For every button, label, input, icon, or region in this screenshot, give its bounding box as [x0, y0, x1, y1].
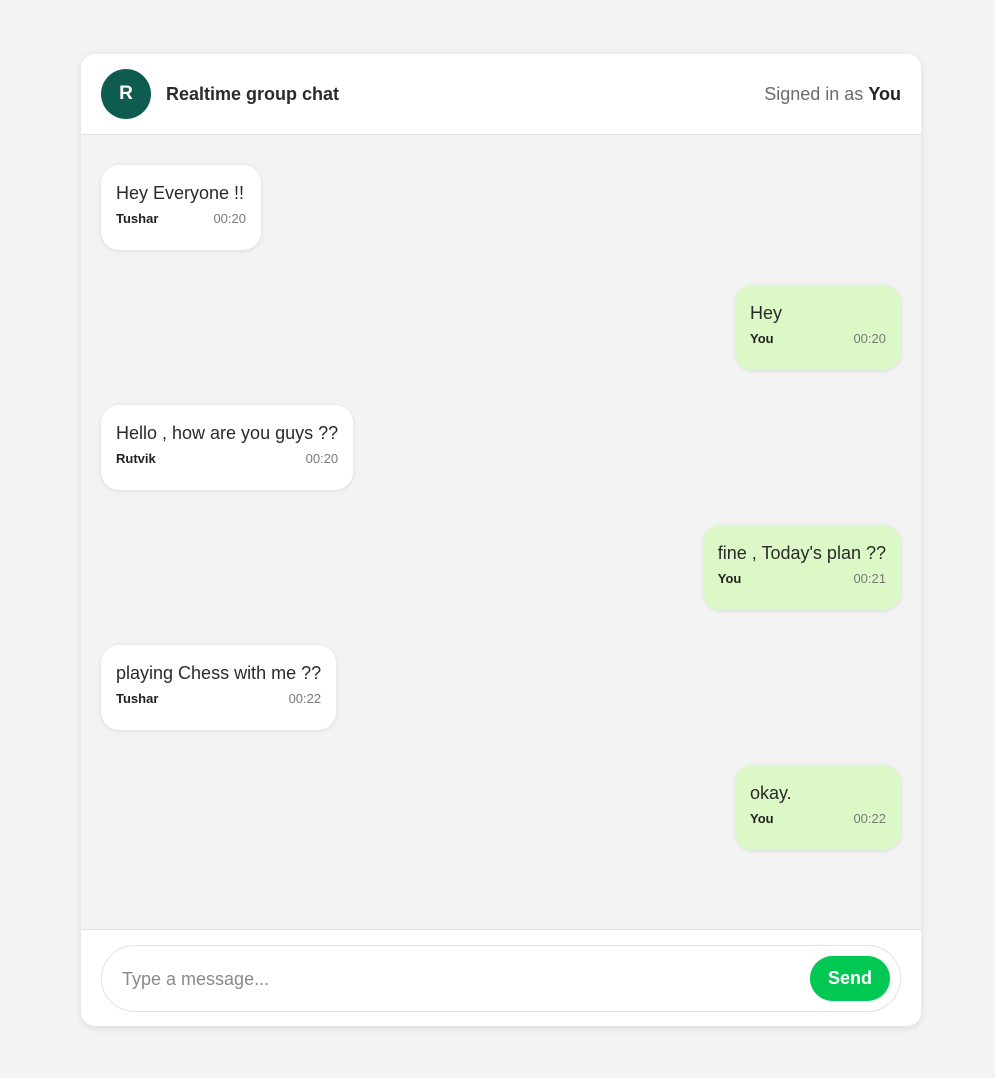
message-text: playing Chess with me ?? [116, 663, 322, 683]
message-bubble: Hello , how are you guys ?? Rutvik 00:20 [101, 405, 354, 490]
message-time: 00:21 [853, 571, 886, 586]
chat-title: Realtime group chat [166, 83, 340, 104]
message-text: Hello , how are you guys ?? [116, 423, 339, 443]
message-bubble: fine , Today's plan ?? You 00:21 [702, 525, 901, 610]
message-row: Hello , how are you guys ?? Rutvik 00:20 [101, 405, 901, 490]
message-bubble: playing Chess with me ?? Tushar 00:22 [101, 645, 337, 730]
message-time: 00:22 [853, 811, 886, 826]
message-row: okay. You 00:22 [101, 765, 901, 850]
message-sender: You [750, 331, 774, 346]
message-time: 00:20 [305, 451, 339, 466]
message-sender: You [750, 811, 774, 826]
message-row: Hey You 00:20 [101, 285, 901, 370]
message-row: Hey Everyone !! Tushar 00:20 [101, 165, 901, 250]
message-meta: You 00:22 [750, 811, 886, 826]
message-row: fine , Today's plan ?? You 00:21 [101, 525, 901, 610]
message-meta: Rutvik 00:20 [116, 451, 338, 466]
avatar: R [101, 69, 151, 119]
message-bubble: Hey Everyone !! Tushar 00:20 [101, 165, 261, 250]
send-button[interactable]: Send [810, 956, 890, 1001]
message-sender: Rutvik [116, 451, 156, 466]
message-time: 00:20 [213, 211, 246, 226]
message-meta: You 00:21 [718, 571, 886, 586]
message-bubble: okay. You 00:22 [735, 765, 901, 850]
message-text: Hey Everyone !! [116, 183, 245, 203]
message-list[interactable]: Hey Everyone !! Tushar 00:20 Hey You 00:… [81, 135, 921, 929]
signed-in-prefix: Signed in as [764, 83, 864, 104]
message-time: 00:22 [288, 691, 322, 706]
message-text: Hey [750, 303, 783, 323]
message-sender: You [717, 571, 742, 586]
message-text: okay. [750, 783, 792, 803]
message-meta: Tushar 00:20 [116, 211, 246, 226]
message-meta: You 00:20 [750, 331, 886, 346]
message-meta: Tushar 00:22 [116, 691, 321, 706]
message-bubble: Hey You 00:20 [735, 285, 901, 370]
signed-in-status: Signed in as You [764, 84, 901, 105]
chat-window: R Realtime group chat Signed in as You H… [81, 54, 921, 1026]
signed-in-user: You [868, 83, 901, 104]
chat-header: R Realtime group chat Signed in as You [81, 54, 921, 135]
message-time: 00:20 [853, 331, 886, 346]
message-input[interactable] [122, 964, 782, 994]
message-sender: Tushar [116, 211, 159, 226]
message-text: fine , Today's plan ?? [717, 543, 886, 563]
message-input-wrapper[interactable]: Send [101, 945, 901, 1012]
message-composer: Send [81, 929, 921, 1026]
message-sender: Tushar [116, 691, 159, 706]
message-row: playing Chess with me ?? Tushar 00:22 [101, 645, 901, 730]
